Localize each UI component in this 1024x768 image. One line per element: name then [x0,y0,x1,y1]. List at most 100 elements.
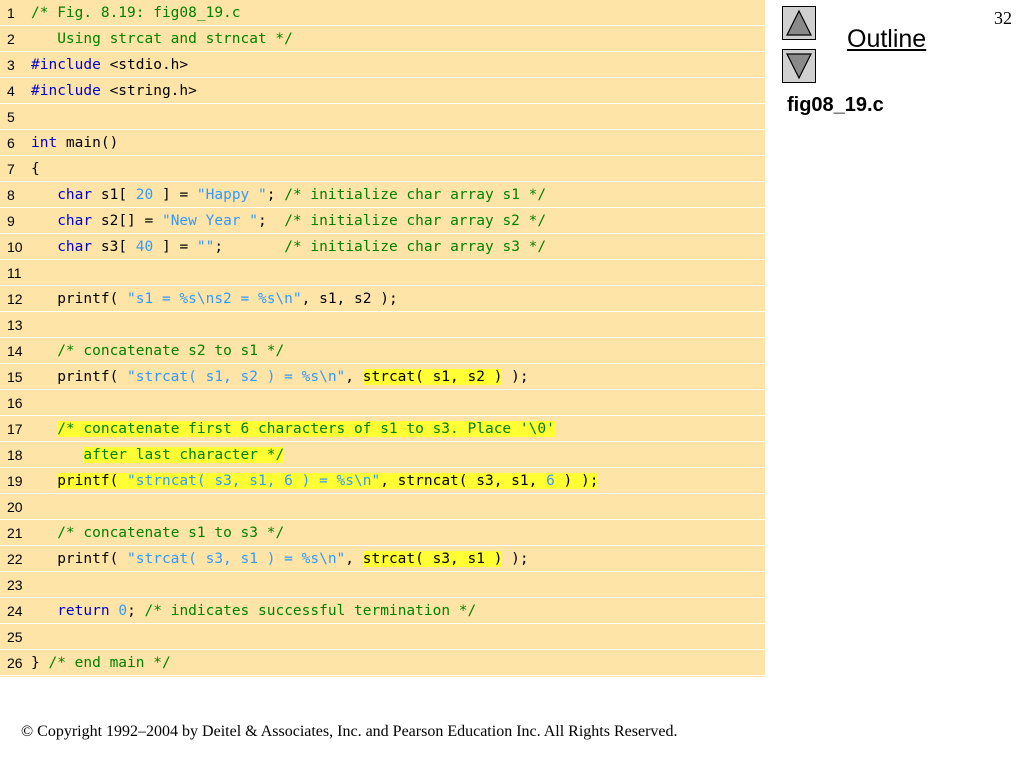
code-token: ; [266,187,285,203]
code-token: s3[ [92,239,136,255]
code-line: 24 return 0; /* indicates successful ter… [0,598,765,624]
code-token: /* Fig. 8.19: fig08_19.c [31,5,241,21]
code-token: , [345,551,363,567]
code-token: ] = [153,239,197,255]
line-number: 17 [7,421,23,437]
code-line: 23 [0,572,765,598]
next-slide-button[interactable] [782,49,816,83]
code-token: /* initialize char array s2 */ [284,213,547,229]
code-token: main() [57,135,119,151]
line-number: 16 [7,395,23,411]
code-line: 13 [0,312,765,338]
code-token: strcat( s1, s2 ) [362,369,503,385]
code-token: ; [127,603,145,619]
code-line: 11 [0,260,765,286]
line-number: 7 [7,161,15,177]
code-token: "strncat( s3, s1, 6 ) = %s\n" [127,473,381,489]
code-text: Using strcat and strncat */ [31,31,293,48]
line-number: 21 [7,525,23,541]
previous-slide-button[interactable] [782,6,816,40]
code-line: 25 [0,624,765,650]
code-token: 0 [118,603,128,619]
code-token: , s1, s2 ); [301,291,398,307]
code-token: ; [214,239,285,255]
line-separator [0,675,765,676]
code-text: printf( "strncat( s3, s1, 6 ) = %s\n", s… [31,473,599,490]
code-token: /* concatenate first 6 characters of s1 … [57,421,555,437]
line-number: 26 [7,655,23,671]
code-text: } /* end main */ [31,655,171,672]
line-number: 6 [7,135,15,151]
code-line: 26 } /* end main */ [0,650,765,676]
line-number: 1 [7,5,15,21]
line-number: 5 [7,109,15,125]
outline-link[interactable]: Outline [847,25,926,54]
code-token: 20 [135,187,154,203]
code-line: 1 /* Fig. 8.19: fig08_19.c [0,0,765,26]
line-number: 2 [7,31,15,47]
code-token: <string.h> [100,83,197,99]
code-token: "" [196,239,215,255]
line-number: 25 [7,629,23,645]
code-text: #include <stdio.h> [31,57,188,74]
code-line: 12 printf( "s1 = %s\ns2 = %s\n", s1, s2 … [0,286,765,312]
code-text: /* concatenate s1 to s3 */ [31,525,284,542]
triangle-down-icon [786,53,812,80]
code-line: 19 printf( "strncat( s3, s1, 6 ) = %s\n"… [0,468,765,494]
code-token: } [31,655,49,671]
code-token: after last character */ [83,447,285,463]
code-token: s2[] = [92,213,162,229]
line-number: 9 [7,213,15,229]
code-text: char s2[] = "New Year "; /* initialize c… [31,213,546,230]
code-token: #include [31,83,101,99]
code-line: 21 /* concatenate s1 to s3 */ [0,520,765,546]
code-token: /* concatenate s2 to s1 */ [57,343,285,359]
line-number: 15 [7,369,23,385]
code-token: printf( [31,291,128,307]
code-text: /* Fig. 8.19: fig08_19.c [31,5,241,22]
code-text: after last character */ [31,447,285,464]
line-number: 22 [7,551,23,567]
code-token: char [57,239,93,255]
line-number: 4 [7,83,15,99]
code-text: char s3[ 40 ] = ""; /* initialize char a… [31,239,546,256]
slide-number: 32 [994,8,1012,28]
code-token: char [57,187,93,203]
code-token: #include [31,57,101,73]
code-token: 40 [135,239,154,255]
code-text: printf( "strcat( s1, s2 ) = %s\n", strca… [31,369,529,386]
code-line: 5 [0,104,765,130]
code-token: /* initialize char array s3 */ [284,239,547,255]
code-text: #include <string.h> [31,83,197,100]
code-text: printf( "strcat( s3, s1 ) = %s\n", strca… [31,551,529,568]
code-token: strcat( s3, s1 ) [362,551,503,567]
code-text: char s1[ 20 ] = "Happy "; /* initialize … [31,187,546,204]
code-token: printf( [31,551,128,567]
code-line: 14 /* concatenate s2 to s1 */ [0,338,765,364]
code-token: printf( [31,369,128,385]
line-number: 14 [7,343,23,359]
code-line: 8 char s1[ 20 ] = "Happy "; /* initializ… [0,182,765,208]
line-number: 24 [7,603,23,619]
code-token: ] = [153,187,197,203]
code-token: ; [258,213,285,229]
code-line: 9 char s2[] = "New Year "; /* initialize… [0,208,765,234]
code-text: { [31,161,40,178]
code-token: , [345,369,363,385]
code-token: Using strcat and strncat */ [31,31,293,47]
code-line: 4 #include <string.h> [0,78,765,104]
line-number: 18 [7,447,23,463]
code-token: s1[ [92,187,136,203]
code-token: int [31,135,58,151]
code-line: 3 #include <stdio.h> [0,52,765,78]
code-token: "s1 = %s\ns2 = %s\n" [127,291,302,307]
code-line: 16 [0,390,765,416]
code-token: <stdio.h> [100,57,189,73]
